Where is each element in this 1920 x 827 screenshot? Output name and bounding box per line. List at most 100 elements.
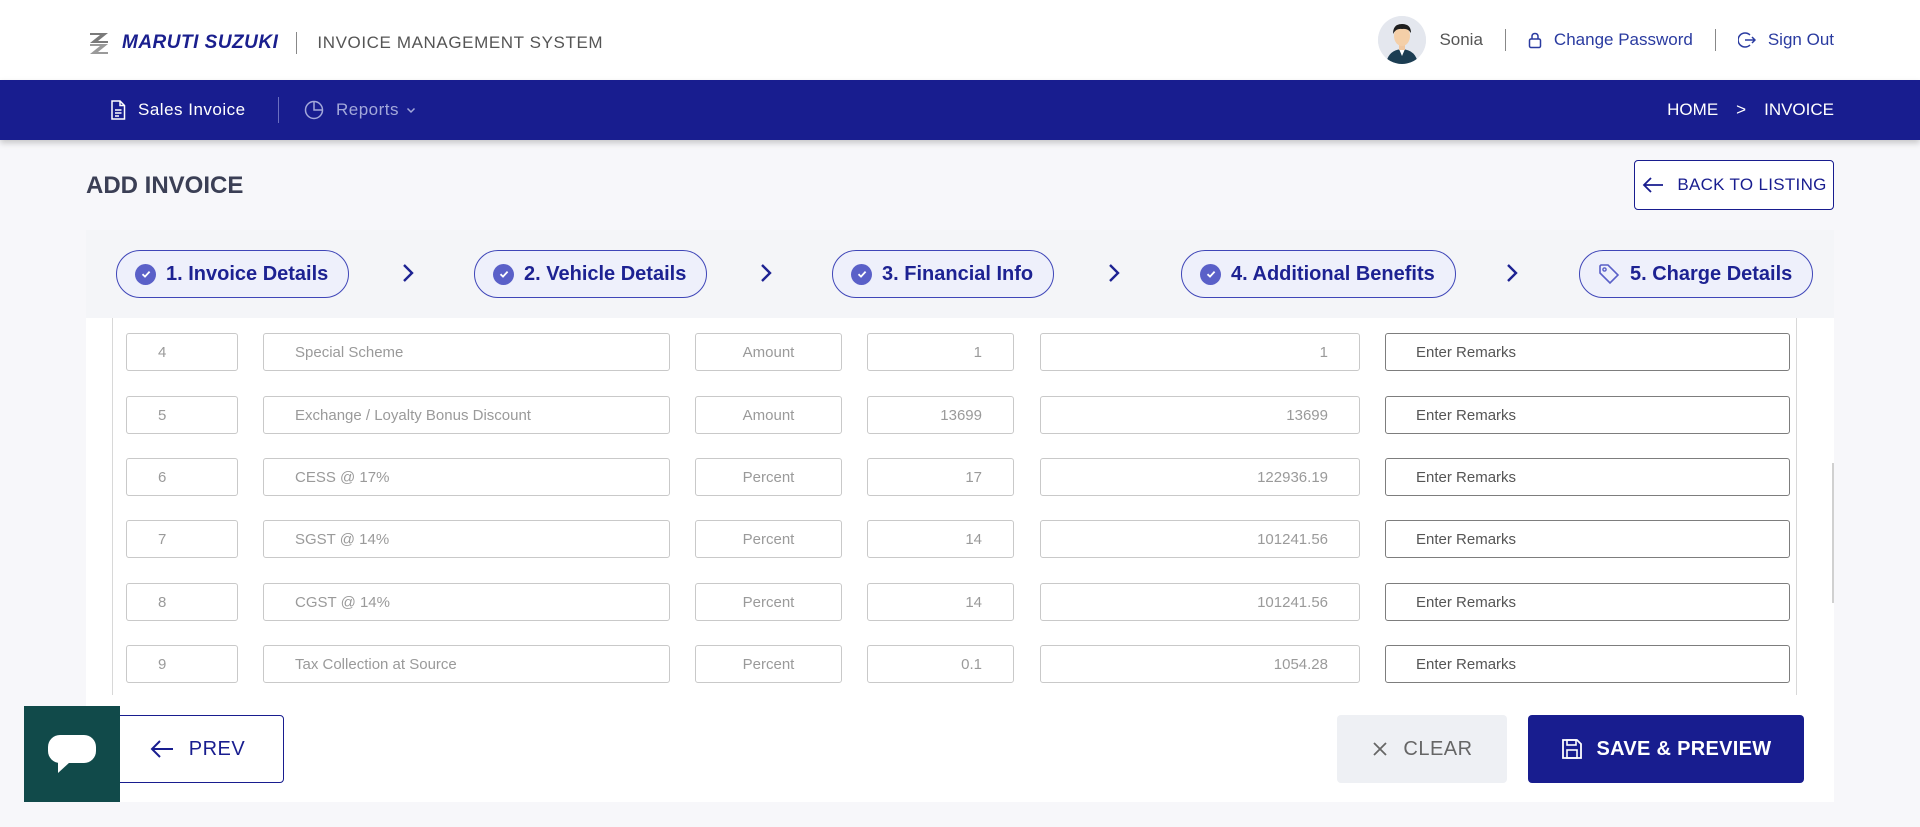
header-divider xyxy=(1504,29,1506,51)
step-additional-benefits[interactable]: 4. Additional Benefits xyxy=(1181,250,1456,298)
change-password-link[interactable]: Change Password xyxy=(1528,30,1693,50)
remarks-input[interactable]: Enter Remarks xyxy=(1385,645,1790,683)
charge-rate-field: 17 xyxy=(867,458,1014,496)
change-password-label: Change Password xyxy=(1553,30,1693,49)
charge-type-field: Amount xyxy=(695,333,842,371)
chat-widget-button[interactable] xyxy=(24,706,120,802)
serial-no-field: 7 xyxy=(126,520,238,558)
arrow-left-icon xyxy=(150,740,173,758)
charge-description-field: Special Scheme xyxy=(263,333,670,371)
chevron-right-icon xyxy=(403,264,414,282)
document-icon xyxy=(111,100,126,120)
charge-type-field: Percent xyxy=(695,645,842,683)
charge-details-card: 4 Special Scheme Amount 1 1 Enter Remark… xyxy=(86,318,1834,695)
card-border-right xyxy=(1796,318,1797,695)
remarks-input[interactable]: Enter Remarks xyxy=(1385,458,1790,496)
sign-out-label: Sign Out xyxy=(1767,30,1834,49)
charge-rate-field: 14 xyxy=(867,583,1014,621)
charge-type-field: Percent xyxy=(695,458,842,496)
brand-name: MARUTI SUZUKI xyxy=(122,32,279,53)
prev-label: PREV xyxy=(188,737,246,760)
close-icon xyxy=(1373,742,1388,756)
sign-out-link[interactable]: Sign Out xyxy=(1737,30,1834,50)
charge-amount-field: 101241.56 xyxy=(1040,520,1360,558)
pie-chart-icon xyxy=(304,100,324,120)
step-invoice-details[interactable]: 1. Invoice Details xyxy=(116,250,350,298)
serial-no-field: 5 xyxy=(126,396,238,434)
charge-description-field: Exchange / Loyalty Bonus Discount xyxy=(263,396,670,434)
serial-no-field: 6 xyxy=(126,458,238,496)
user-avatar-icon xyxy=(1378,16,1427,64)
step-label: 2. Vehicle Details xyxy=(524,262,687,285)
clear-button[interactable]: CLEAR xyxy=(1337,715,1507,783)
save-and-preview-label: SAVE & PREVIEW xyxy=(1596,737,1772,760)
nav-reports[interactable]: Reports xyxy=(304,80,417,140)
chevron-right-icon xyxy=(1507,264,1518,282)
step-label: 5. Charge Details xyxy=(1630,262,1793,285)
user-name: Sonia xyxy=(1439,30,1483,49)
page-title: ADD INVOICE xyxy=(86,172,244,199)
check-circle-icon xyxy=(135,263,156,285)
breadcrumb-separator: > xyxy=(1736,100,1747,119)
chevron-right-icon xyxy=(761,264,772,282)
charge-type-field: Percent xyxy=(695,520,842,558)
back-to-listing-label: BACK TO LISTING xyxy=(1677,175,1827,194)
charge-description-field: SGST @ 14% xyxy=(263,520,670,558)
suzuki-logo-icon xyxy=(90,33,108,54)
charge-type-field: Percent xyxy=(695,583,842,621)
charge-rate-field: 0.1 xyxy=(867,645,1014,683)
avatar[interactable] xyxy=(1378,16,1427,64)
remarks-input[interactable]: Enter Remarks xyxy=(1385,583,1790,621)
top-header: MARUTI SUZUKI INVOICE MANAGEMENT SYSTEM … xyxy=(0,0,1920,80)
serial-no-field: 4 xyxy=(126,333,238,371)
save-and-preview-button[interactable]: SAVE & PREVIEW xyxy=(1528,715,1804,783)
charge-type-field: Amount xyxy=(695,396,842,434)
app-title: INVOICE MANAGEMENT SYSTEM xyxy=(317,33,604,52)
step-label: 4. Additional Benefits xyxy=(1231,262,1435,285)
scrollbar[interactable] xyxy=(1832,463,1834,603)
prev-button[interactable]: PREV xyxy=(110,715,284,783)
remarks-input[interactable]: Enter Remarks xyxy=(1385,520,1790,558)
remarks-input[interactable]: Enter Remarks xyxy=(1385,333,1790,371)
nav-sales-invoice-label: Sales Invoice xyxy=(138,100,246,119)
step-charge-details[interactable]: 5. Charge Details xyxy=(1579,250,1814,298)
serial-no-field: 8 xyxy=(126,583,238,621)
chevron-down-icon xyxy=(407,107,416,114)
wizard-stepper: 1. Invoice Details 2. Vehicle Details 3.… xyxy=(86,230,1834,318)
header-divider xyxy=(296,32,298,54)
sign-out-icon xyxy=(1737,32,1756,48)
nav-divider xyxy=(278,97,279,123)
step-financial-info[interactable]: 3. Financial Info xyxy=(832,250,1055,298)
nav-sales-invoice[interactable]: Sales Invoice xyxy=(110,80,246,140)
brand-logo[interactable]: MARUTI SUZUKI INVOICE MANAGEMENT SYSTEM xyxy=(86,30,603,56)
charge-rate-field: 13699 xyxy=(867,396,1014,434)
chat-bubble-icon xyxy=(48,735,96,773)
back-to-listing-button[interactable]: BACK TO LISTING xyxy=(1634,160,1834,210)
remarks-input[interactable]: Enter Remarks xyxy=(1385,396,1790,434)
step-label: 3. Financial Info xyxy=(882,262,1034,285)
charge-description-field: CESS @ 17% xyxy=(263,458,670,496)
check-circle-icon xyxy=(1200,263,1221,285)
charge-description-field: CGST @ 14% xyxy=(263,583,670,621)
chevron-right-icon xyxy=(1109,264,1120,282)
nav-reports-label: Reports xyxy=(336,100,400,119)
arrow-left-icon xyxy=(1643,177,1664,193)
charge-rate-field: 14 xyxy=(867,520,1014,558)
charge-amount-field: 1054.28 xyxy=(1040,645,1360,683)
clear-label: CLEAR xyxy=(1403,737,1473,760)
serial-no-field: 9 xyxy=(126,645,238,683)
save-icon xyxy=(1561,739,1582,759)
header-divider xyxy=(1714,29,1716,51)
charge-description-field: Tax Collection at Source xyxy=(263,645,670,683)
card-border-left xyxy=(112,318,113,695)
breadcrumb: HOME > INVOICE xyxy=(1667,80,1834,140)
check-circle-icon xyxy=(493,263,514,285)
charge-rate-field: 1 xyxy=(867,333,1014,371)
step-vehicle-details[interactable]: 2. Vehicle Details xyxy=(474,250,708,298)
lock-icon xyxy=(1528,32,1542,48)
breadcrumb-home[interactable]: HOME xyxy=(1667,100,1718,120)
user-area: Sonia Change Password Sign Out xyxy=(1378,16,1834,64)
charge-amount-field: 101241.56 xyxy=(1040,583,1360,621)
check-circle-icon xyxy=(851,263,872,285)
main-navbar: Sales Invoice Reports HOME > INVOICE xyxy=(0,80,1920,140)
